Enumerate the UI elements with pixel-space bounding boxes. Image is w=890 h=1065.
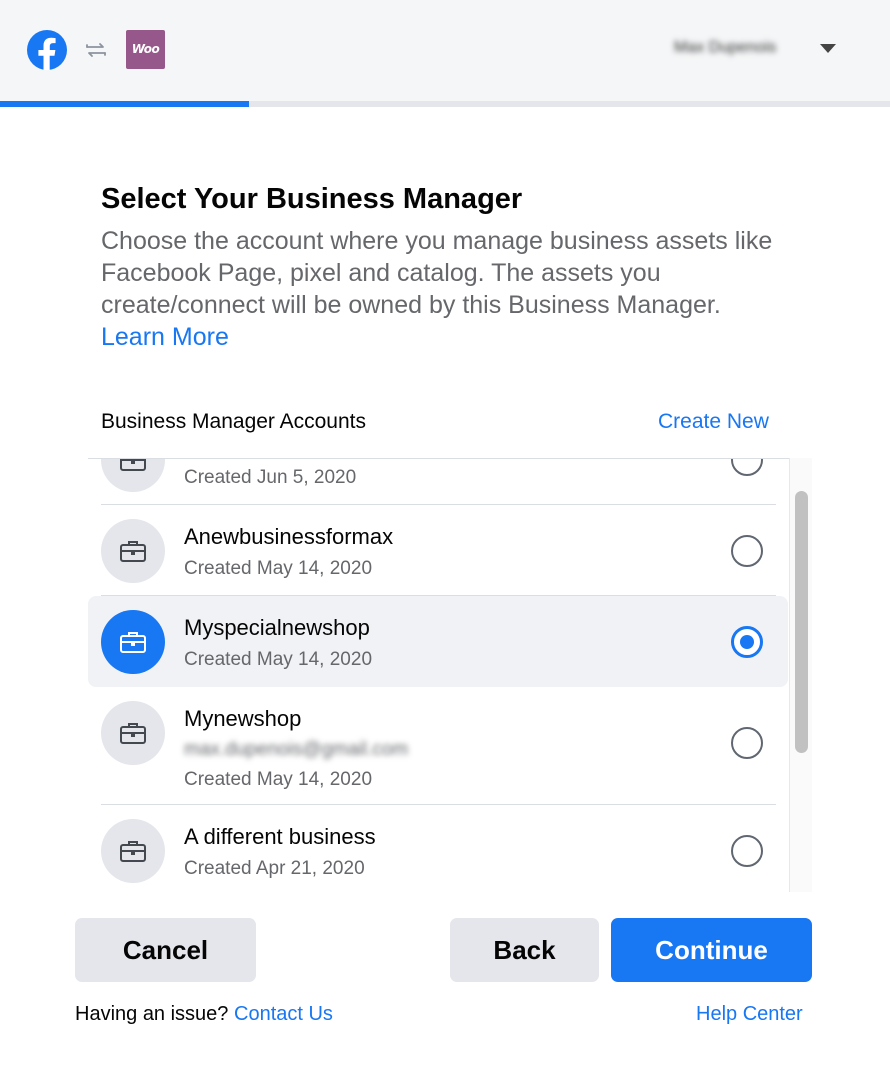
account-radio[interactable] (731, 535, 763, 567)
account-avatar (101, 819, 165, 883)
description-text: Choose the account where you manage busi… (101, 227, 773, 319)
account-radio-checked[interactable] (731, 626, 763, 658)
continue-button[interactable]: Continue (611, 918, 812, 982)
account-avatar (101, 610, 165, 674)
briefcase-icon (120, 723, 146, 744)
swap-arrows-icon (86, 43, 106, 57)
list-scrollbar[interactable] (789, 458, 812, 892)
chevron-down-icon[interactable] (820, 44, 836, 53)
briefcase-icon (120, 459, 146, 471)
account-row-selected[interactable]: Myspecialnewshop Created May 14, 2020 (88, 596, 788, 687)
woo-logo-text: Woo (131, 42, 160, 56)
account-created-date: Created May 14, 2020 (184, 558, 373, 579)
account-radio[interactable] (731, 727, 763, 759)
issue-label: Having an issue? (75, 1003, 229, 1025)
scrollbar-thumb[interactable] (795, 491, 808, 753)
accounts-list-heading: Business Manager Accounts (101, 410, 366, 433)
briefcase-icon (120, 541, 146, 562)
issue-text: Having an issue? Contact Us (75, 1003, 333, 1026)
account-created-date: Created May 14, 2020 (184, 649, 373, 670)
account-created-date: Created May 14, 2020 (184, 769, 373, 790)
account-row[interactable]: Anewbusinessformax Created May 14, 2020 (88, 505, 788, 596)
account-name: A different business (184, 824, 376, 849)
briefcase-icon (120, 632, 146, 653)
create-new-link[interactable]: Create New (658, 410, 769, 434)
page-description: Choose the account where you manage busi… (101, 225, 801, 353)
briefcase-icon (120, 841, 146, 862)
account-email: max.dupenois@gmail.com (184, 739, 409, 760)
account-row[interactable]: Mynewshop max.dupenois@gmail.com Created… (88, 687, 788, 805)
account-radio[interactable] (731, 835, 763, 867)
facebook-logo-icon (27, 30, 67, 70)
cancel-button[interactable]: Cancel (75, 918, 256, 982)
page-title: Select Your Business Manager (101, 183, 523, 215)
help-center-link[interactable]: Help Center (696, 1003, 803, 1026)
woocommerce-logo: Woo (126, 30, 165, 69)
top-header: Woo Max Dupenois (0, 0, 890, 102)
account-avatar (101, 519, 165, 583)
progress-bar (0, 101, 890, 107)
account-row[interactable]: A different business Created Apr 21, 202… (88, 805, 788, 892)
account-radio[interactable] (731, 459, 763, 476)
learn-more-link[interactable]: Learn More (101, 323, 229, 351)
account-created-date: Created Jun 5, 2020 (184, 467, 357, 488)
account-name: Anewbusinessformax (184, 524, 394, 549)
accounts-list[interactable]: Created Jun 5, 2020 Anewbusinessformax C… (88, 458, 812, 892)
account-created-date: Created Apr 21, 2020 (184, 858, 365, 879)
contact-us-link[interactable]: Contact Us (234, 1003, 333, 1025)
account-row[interactable]: Created Jun 5, 2020 (88, 459, 788, 505)
user-name[interactable]: Max Dupenois (674, 39, 776, 57)
account-name: Myspecialnewshop (184, 615, 370, 640)
account-avatar (101, 701, 165, 765)
back-button[interactable]: Back (450, 918, 599, 982)
progress-bar-fill (0, 101, 250, 107)
account-name: Mynewshop (184, 706, 302, 731)
account-avatar (101, 459, 165, 492)
